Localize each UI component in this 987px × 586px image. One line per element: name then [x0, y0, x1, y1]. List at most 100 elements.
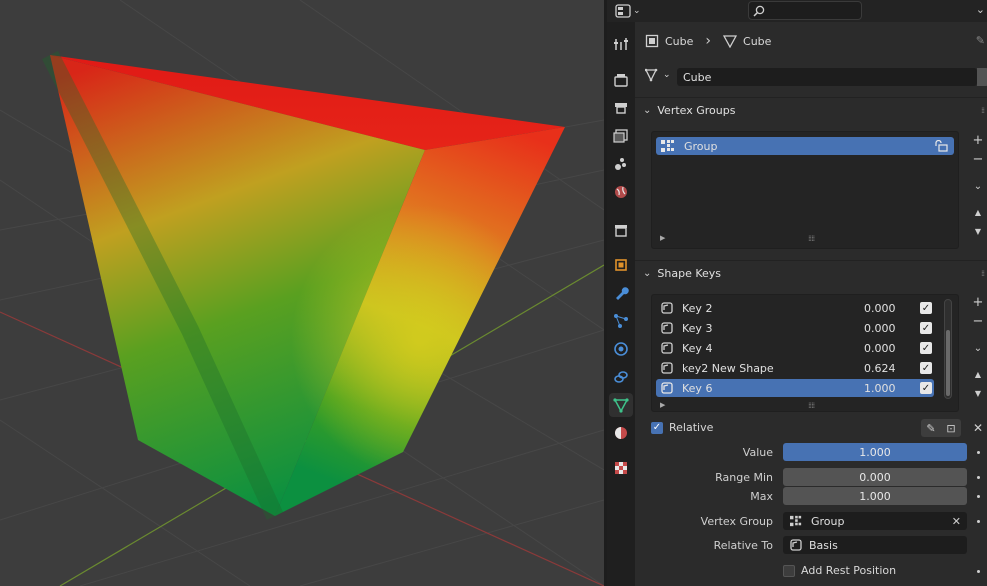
- tab-constraints[interactable]: [609, 365, 633, 389]
- shape-key-icon: [790, 539, 802, 551]
- shape-keys-panel-header[interactable]: ⌄ Shape Keys: [643, 261, 983, 285]
- tab-view-layer[interactable]: [609, 124, 633, 148]
- vertex-group-field[interactable]: Group ✕: [783, 512, 967, 530]
- list-item[interactable]: Key 3 0.000 ✓: [656, 319, 944, 337]
- shape-key-name: Key 6: [682, 381, 713, 395]
- tab-modifiers[interactable]: [609, 281, 633, 305]
- tab-output[interactable]: [609, 96, 633, 120]
- header-menu-chevron-icon[interactable]: ⌄: [976, 3, 985, 16]
- list-scrollbar[interactable]: [944, 299, 952, 399]
- shape-key-icon: [661, 302, 673, 314]
- shape-key-value[interactable]: 0.000: [864, 302, 896, 315]
- relative-toggle[interactable]: ✓ Relative: [651, 421, 713, 434]
- editor-type-button[interactable]: ⌄: [615, 2, 647, 20]
- range-min-field[interactable]: 0.000: [783, 468, 967, 486]
- tab-collection[interactable]: [609, 218, 633, 242]
- keyframe-dot-icon[interactable]: [977, 495, 980, 498]
- remove-vertex-group-button[interactable]: −: [969, 150, 987, 168]
- vertex-group-specials-button[interactable]: ⌄: [969, 177, 987, 195]
- mesh-datablock-browse[interactable]: ⌄: [645, 68, 671, 82]
- list-item[interactable]: Key 6 1.000 ✓: [656, 379, 934, 397]
- view-layer-icon: [613, 129, 628, 143]
- shape-key-specials-button[interactable]: ⌄: [969, 339, 987, 357]
- remove-shape-key-button[interactable]: −: [969, 312, 987, 330]
- output-icon: [615, 103, 627, 114]
- move-up-button[interactable]: ▲: [969, 365, 987, 383]
- 3d-viewport[interactable]: [0, 0, 604, 586]
- list-item[interactable]: Key 4 0.000 ✓: [656, 339, 944, 357]
- keyframe-dot-icon[interactable]: [977, 451, 980, 454]
- shape-key-value[interactable]: 0.000: [864, 322, 896, 335]
- pin-icon[interactable]: ✎: [976, 34, 985, 47]
- keyframe-dot-icon[interactable]: [977, 476, 980, 479]
- pin-icon[interactable]: ✎: [926, 422, 935, 435]
- list-resize-grip-icon[interactable]: ⁞⁞⁞⁞: [808, 401, 815, 410]
- range-max-field[interactable]: 1.000: [783, 487, 967, 505]
- shape-key-value[interactable]: 1.000: [864, 382, 896, 395]
- tab-tool[interactable]: [609, 32, 633, 56]
- tab-object[interactable]: [609, 253, 633, 277]
- add-rest-position-checkbox[interactable]: [783, 564, 795, 577]
- list-options-toggle-icon[interactable]: ▶: [660, 401, 665, 409]
- list-resize-grip-icon[interactable]: ⁞⁞⁞⁞: [808, 234, 815, 243]
- shape-key-mute-checkbox[interactable]: ✓: [920, 342, 932, 354]
- relative-to-field[interactable]: Basis: [783, 536, 967, 554]
- vertex-groups-title: Vertex Groups: [657, 103, 736, 117]
- tab-material[interactable]: [609, 421, 633, 445]
- shape-keys-title: Shape Keys: [657, 266, 722, 280]
- tab-world[interactable]: [609, 180, 633, 204]
- add-shape-key-button[interactable]: +: [969, 293, 987, 311]
- fake-user-shield-icon[interactable]: [977, 68, 987, 86]
- tab-physics[interactable]: [609, 337, 633, 361]
- move-down-button[interactable]: ▼: [969, 222, 987, 240]
- material-icon: [615, 427, 627, 439]
- drag-handle-icon[interactable]: ⁞⁞: [981, 106, 985, 115]
- search-input[interactable]: [748, 1, 862, 20]
- relative-checkbox[interactable]: ✓: [651, 421, 663, 434]
- value-slider[interactable]: 1.000: [783, 443, 967, 461]
- move-up-button[interactable]: ▲: [969, 203, 987, 221]
- tab-render[interactable]: [609, 68, 633, 92]
- shape-key-mute-checkbox[interactable]: ✓: [920, 322, 932, 334]
- shape-key-name: Key 2: [682, 301, 713, 315]
- add-vertex-group-button[interactable]: +: [969, 131, 987, 149]
- tab-mesh-data[interactable]: [609, 393, 633, 417]
- list-item[interactable]: key2 New Shape 0.624 ✓: [656, 359, 944, 377]
- search-icon: [753, 5, 765, 17]
- shape-key-value[interactable]: 0.000: [864, 342, 896, 355]
- mesh-browse-icon: [645, 68, 658, 82]
- tab-scene[interactable]: [609, 152, 633, 176]
- list-item[interactable]: Group: [656, 137, 954, 155]
- unlock-icon[interactable]: [934, 140, 948, 152]
- drag-handle-icon[interactable]: ⁞⁞: [981, 269, 985, 278]
- keyframe-dot-icon[interactable]: [977, 570, 980, 573]
- clear-shape-keys-button[interactable]: ✕: [969, 419, 987, 437]
- properties-content: Cube › Cube ✎ ⌄ Cube ⌄ Vertex Groups ⁞⁞: [635, 22, 987, 586]
- vertex-groups-panel-header[interactable]: ⌄ Vertex Groups: [643, 98, 983, 122]
- breadcrumb: Cube › Cube: [645, 33, 771, 49]
- add-rest-position-toggle[interactable]: Add Rest Position: [783, 564, 896, 577]
- shape-key-icon: [661, 382, 673, 394]
- close-icon[interactable]: ✕: [952, 515, 961, 528]
- shape-key-mute-checkbox[interactable]: ✓: [920, 302, 932, 314]
- shape-key-value[interactable]: 0.624: [864, 362, 896, 375]
- shape-key-mute-checkbox[interactable]: ✓: [920, 362, 932, 374]
- properties-tabs: [607, 22, 635, 586]
- breadcrumb-mesh-name: Cube: [743, 34, 772, 48]
- list-options-toggle-icon[interactable]: ▶: [660, 234, 665, 242]
- tab-texture[interactable]: [609, 456, 633, 480]
- breadcrumb-object-name: Cube: [665, 34, 694, 48]
- tab-particles[interactable]: [609, 309, 633, 333]
- chevron-down-icon: ⌄: [643, 104, 652, 116]
- edit-mode-icon[interactable]: ⊡: [946, 422, 955, 435]
- scrollbar-thumb[interactable]: [946, 330, 950, 396]
- shape-key-mute-checkbox[interactable]: ✓: [920, 382, 932, 394]
- keyframe-dot-icon[interactable]: [977, 520, 980, 523]
- vertex-group-label: Vertex Group: [700, 515, 773, 528]
- shape-key-icon: [661, 342, 673, 354]
- mesh-name-field[interactable]: Cube: [677, 68, 977, 86]
- collection-icon: [615, 225, 627, 237]
- move-down-button[interactable]: ▼: [969, 384, 987, 402]
- list-item[interactable]: Key 2 0.000 ✓: [656, 299, 944, 317]
- texture-icon: [615, 462, 627, 474]
